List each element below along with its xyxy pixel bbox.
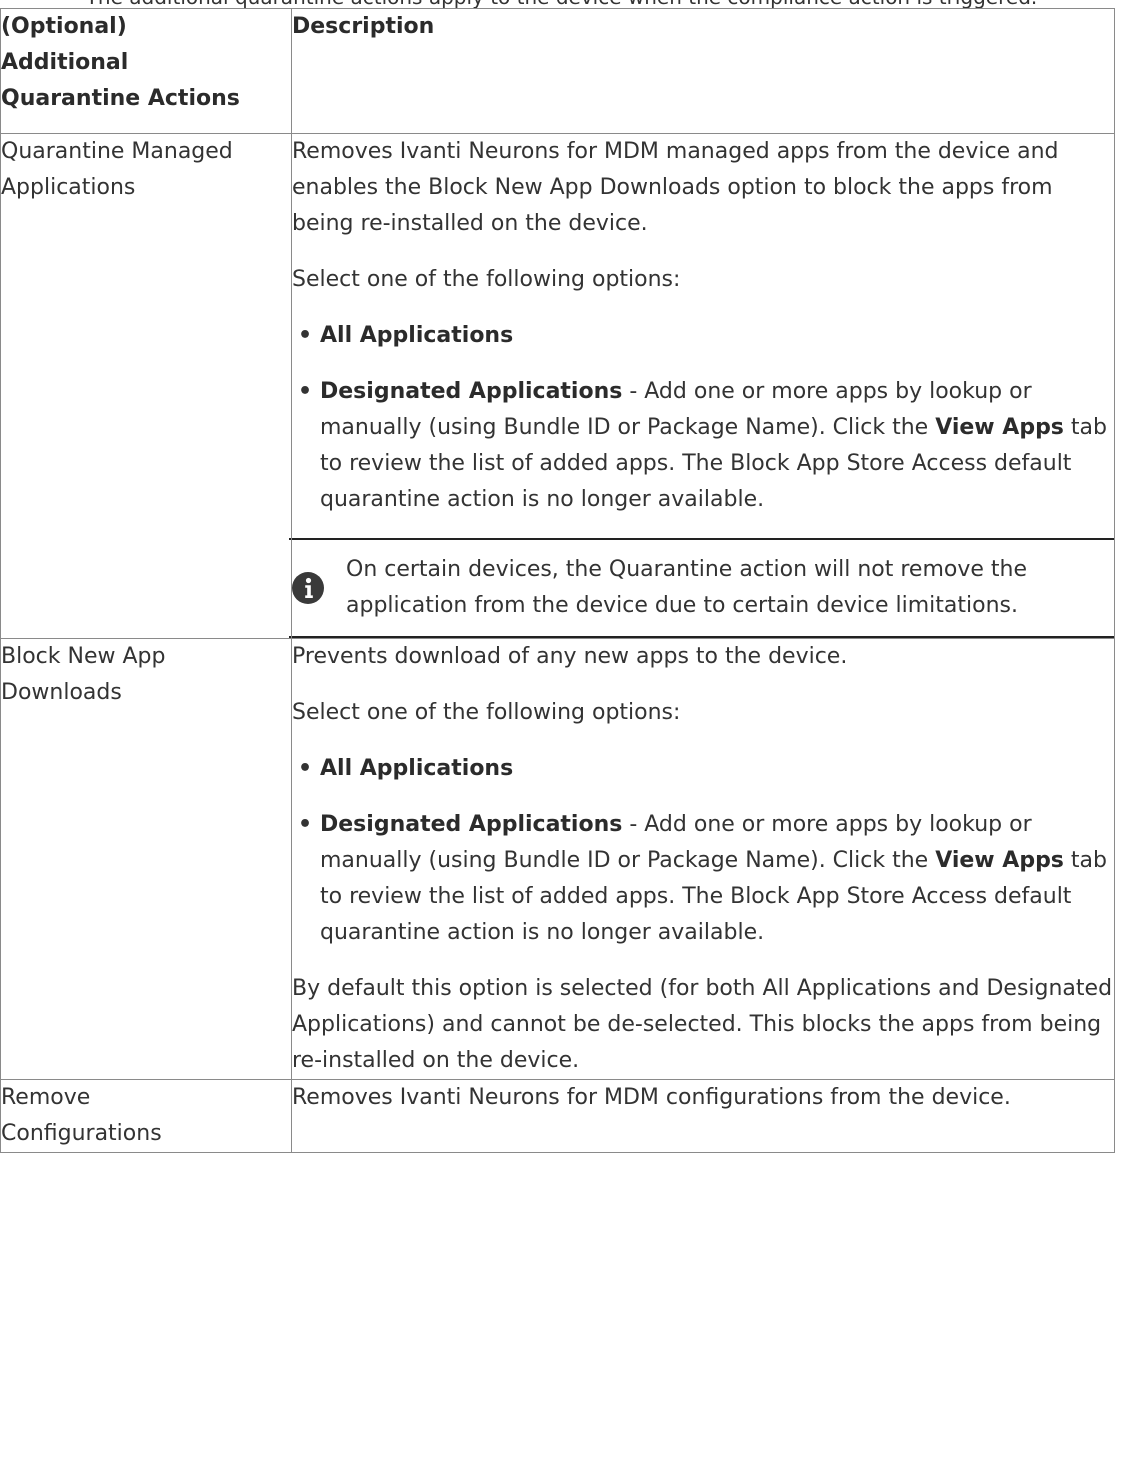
list-item: • All Applications [292,751,1114,787]
header-cell-description: Description [291,8,1115,134]
table-header-row: (Optional) Additional Quarantine Actions… [0,8,1115,134]
note-text: On certain devices, the Quarantine actio… [346,557,1028,618]
row-name-cell: Block New App Downloads [0,638,292,1080]
row-intro: Removes Ivanti Neurons for MDM configura… [292,1085,1011,1110]
row-name-cell: Quarantine Managed Applications [0,133,292,639]
bullet-icon: • [298,756,313,781]
row-description-cell: Prevents download of any new apps to the… [291,638,1115,1080]
view-apps-tab-name: View Apps [935,848,1064,873]
table-row: Block New App Downloads Prevents downloa… [0,638,1115,1080]
header-cell-actions: (Optional) Additional Quarantine Actions [0,8,292,134]
quarantine-actions-table: (Optional) Additional Quarantine Actions… [0,8,1115,1153]
option-list: • All Applications • Designated Applicat… [292,318,1114,518]
bullet-icon: • [298,812,313,837]
row-name: Block New App Downloads [1,644,166,705]
table-row: Remove Configurations Removes Ivanti Neu… [0,1079,1115,1153]
table-row: Quarantine Managed Applications Removes … [0,133,1115,639]
row-intro: Removes Ivanti Neurons for MDM managed a… [292,139,1059,236]
option-all-applications: All Applications [320,756,514,781]
row-intro: Prevents download of any new apps to the… [292,644,848,669]
info-icon [289,572,346,604]
bullet-icon: • [298,323,313,348]
row-name: Quarantine Managed Applications [1,139,233,200]
option-designated-applications: Designated Applications [320,379,623,404]
option-all-applications: All Applications [320,323,514,348]
header-description-label: Description [292,14,435,39]
option-list: • All Applications • Designated Applicat… [292,751,1114,951]
row-select-text: Select one of the following options: [292,700,681,725]
note-box: On certain devices, the Quarantine actio… [289,538,1114,638]
header-actions-label: (Optional) Additional Quarantine Actions [1,14,240,111]
row-name-cell: Remove Configurations [0,1079,292,1153]
row-name: Remove Configurations [1,1085,162,1146]
row-outro: By default this option is selected (for … [292,976,1113,1073]
row-select-text: Select one of the following options: [292,267,681,292]
list-item: • Designated Applications - Add one or m… [292,374,1114,518]
option-designated-applications: Designated Applications [320,812,623,837]
view-apps-tab-name: View Apps [935,415,1064,440]
list-item: • All Applications [292,318,1114,354]
row-description-cell: Removes Ivanti Neurons for MDM configura… [291,1079,1115,1153]
row-description-cell: Removes Ivanti Neurons for MDM managed a… [289,133,1115,639]
bullet-icon: • [298,379,313,404]
list-item: • Designated Applications - Add one or m… [292,807,1114,951]
